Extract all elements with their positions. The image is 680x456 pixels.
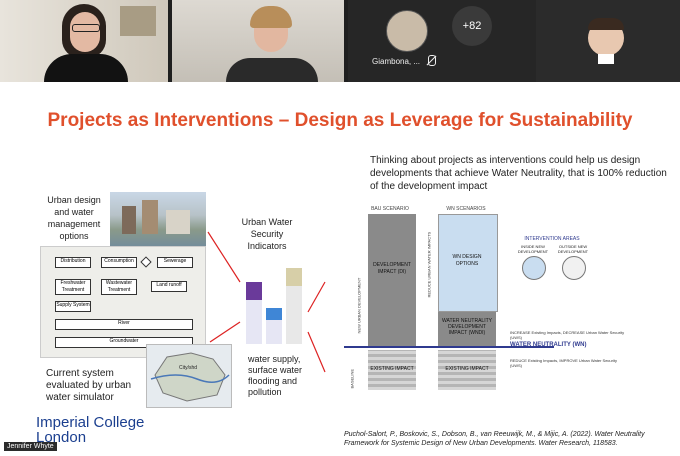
reduce-impacts-axis: REDUCE URBAN WATER IMPACTS bbox=[426, 231, 432, 298]
wn-options-label: WN DESIGN OPTIONS bbox=[452, 254, 482, 267]
citation: Puchol-Salort, P., Boskovic, S., Dobson,… bbox=[344, 431, 645, 447]
intervention-areas-label: INTERVENTION AREAS bbox=[524, 236, 580, 242]
flow-box-river: River bbox=[55, 319, 193, 330]
participant-strip: +82 Giambona, ... bbox=[0, 0, 680, 82]
increase-impacts-text: INCREASE Existing Impacts, DECREASE Urba… bbox=[510, 330, 625, 340]
water-neutrality-label: WATER NEUTRALITY (WN) bbox=[510, 342, 587, 348]
building bbox=[166, 210, 190, 234]
slide-title: Projects as Interventions – Design as Le… bbox=[47, 110, 633, 131]
glasses-icon bbox=[72, 24, 100, 32]
water-neutrality-diagram: BAU SCENARIO WN SCENARIOS DEVELOPMENT IM… bbox=[334, 206, 654, 406]
existing-impact-label-1: EXISTING IMPACT bbox=[370, 366, 414, 372]
avatar bbox=[386, 10, 428, 52]
wndi-label: WATER NEUTRALITY DEVELOPMENT IMPACT (WND… bbox=[441, 318, 492, 336]
video-tile-participant-group[interactable]: +82 Giambona, ... bbox=[348, 0, 536, 82]
reduce-impacts-text: REDUCE Existing Impacts, IMPROVE Urban W… bbox=[510, 358, 617, 368]
participant-collar bbox=[598, 54, 614, 64]
video-tile-presenter[interactable] bbox=[0, 0, 168, 82]
shelf-decor bbox=[120, 6, 156, 36]
video-tile-participant-2[interactable] bbox=[172, 0, 344, 82]
arrow-line bbox=[307, 331, 326, 373]
building bbox=[122, 206, 136, 234]
participant-body bbox=[226, 58, 318, 82]
outside-circle-icon bbox=[562, 256, 586, 280]
connector-arrows bbox=[207, 231, 326, 373]
building bbox=[142, 200, 158, 234]
flow-box-wastewater: Wastewater Treatment bbox=[101, 279, 137, 295]
inside-development-label: INSIDE NEW DEVELOPMENT bbox=[517, 244, 549, 254]
development-impact-label: DEVELOPMENT IMPACT (DI) bbox=[373, 262, 411, 275]
video-tile-participant-4[interactable] bbox=[536, 0, 680, 82]
flow-box-sewerage: Sewerage bbox=[157, 257, 193, 268]
presenter-body bbox=[44, 54, 128, 82]
more-participants-badge[interactable]: +82 bbox=[452, 6, 492, 46]
junction-icon bbox=[140, 256, 152, 268]
imperial-college-logo: Imperial College London bbox=[36, 414, 145, 446]
presentation-slide: Projects as Interventions – Design as Le… bbox=[0, 82, 680, 456]
flow-box-freshwater: Freshwater Treatment bbox=[55, 279, 91, 295]
development-impact-bar bbox=[368, 214, 416, 346]
baseline-axis: BASELINE bbox=[349, 368, 355, 389]
urban-development-photo bbox=[110, 192, 206, 250]
flow-box-consumption: Consumption bbox=[101, 257, 137, 268]
participant-name: Giambona, ... bbox=[372, 57, 421, 66]
speaker-name-tag: Jennifer Whyte bbox=[4, 442, 57, 451]
intervention-areas: INTERVENTION AREAS INSIDE NEW DEVELOPMEN… bbox=[512, 236, 592, 284]
existing-impact-label-2: EXISTING IMPACT bbox=[445, 366, 489, 372]
inside-circle-icon bbox=[522, 256, 546, 280]
current-system-label: Current system evaluated by urban water … bbox=[46, 368, 132, 403]
bau-scenario-label: BAU SCENARIO bbox=[371, 206, 409, 212]
intro-text: Thinking about projects as interventions… bbox=[370, 155, 667, 192]
water-flow-diagram: Distribution Consumption Sewerage Freshw… bbox=[40, 246, 206, 358]
wn-scenarios-label: WN SCENARIOS bbox=[446, 206, 486, 212]
arrow-line bbox=[209, 321, 241, 343]
flow-box-land-runoff: Land runoff bbox=[151, 281, 187, 292]
arrow-line bbox=[207, 231, 241, 283]
new-urban-development-axis: NEW URBAN DEVELOPMENT bbox=[356, 277, 362, 334]
urban-design-label: Urban design and water management option… bbox=[47, 195, 101, 241]
participant-hair bbox=[588, 18, 624, 30]
flow-box-distribution: Distribution bbox=[55, 257, 91, 268]
flow-box-supply-system: Supply System bbox=[55, 301, 91, 312]
presenter-face bbox=[70, 12, 100, 52]
outside-development-label: OUTSIDE NEW DEVELOPMENT bbox=[557, 244, 589, 254]
map-label: City/shd bbox=[179, 365, 198, 371]
arrow-line bbox=[307, 281, 326, 313]
